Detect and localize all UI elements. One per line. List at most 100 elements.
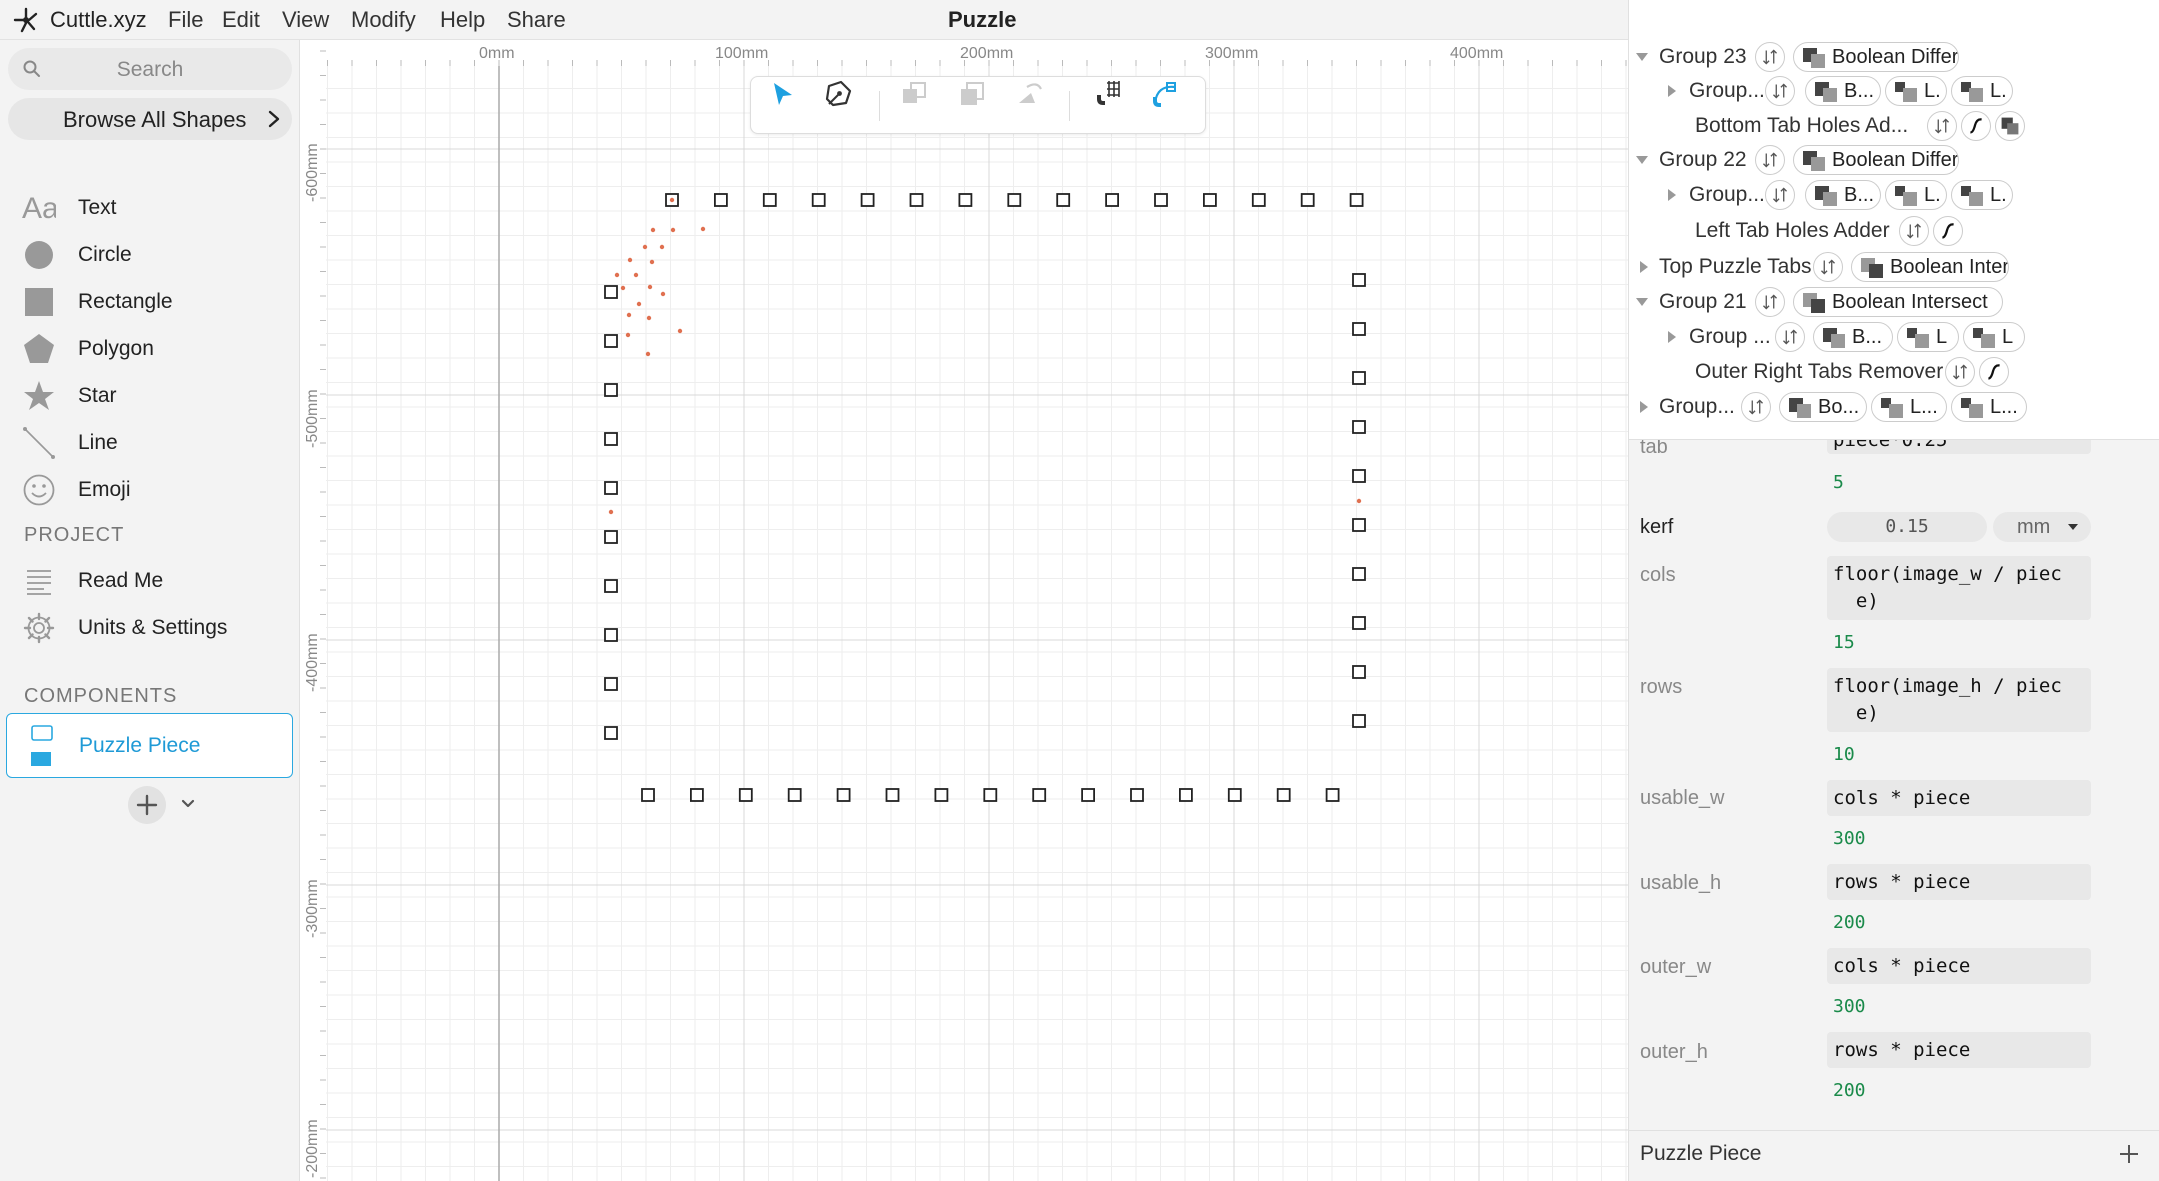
- drawing-canvas[interactable]: 0mm 100mm 200mm 300mm 400mm -600mm -500m…: [300, 40, 1628, 1181]
- param-expression-outer-w[interactable]: cols * piece: [1827, 948, 2091, 984]
- modifier-toggle-icon[interactable]: [1775, 322, 1805, 352]
- pen-tool-icon[interactable]: [821, 77, 855, 111]
- modifier-pill[interactable]: Boolean Inter...: [1851, 252, 2009, 282]
- modifier-pill[interactable]: Boolean Intersect: [1793, 287, 2003, 317]
- modifier-pill[interactable]: L: [1963, 322, 2025, 352]
- add-component-button[interactable]: [128, 786, 166, 824]
- shape-item-rectangle[interactable]: Rectangle: [8, 280, 292, 322]
- menu-help[interactable]: Help: [440, 7, 485, 33]
- code-script-icon[interactable]: [1961, 111, 1991, 141]
- rotate-icon[interactable]: [1013, 77, 1047, 111]
- menu-edit[interactable]: Edit: [222, 7, 260, 33]
- tree-node-label[interactable]: Left Tab Holes Adder: [1695, 219, 1890, 243]
- footer-title[interactable]: Puzzle Piece: [1640, 1142, 1761, 1166]
- modifier-pill[interactable]: L.: [1951, 76, 2013, 106]
- shape-item-line[interactable]: Line: [8, 421, 292, 463]
- transform-icon[interactable]: [897, 77, 931, 111]
- modifier-pill[interactable]: L.: [1885, 180, 1947, 210]
- shape-item-emoji[interactable]: Emoji: [8, 468, 292, 510]
- select-arrow-icon[interactable]: [765, 77, 799, 111]
- document-title[interactable]: Puzzle: [948, 7, 1016, 33]
- param-expression-tab[interactable]: piece*0.25: [1827, 440, 2091, 454]
- code-script-icon[interactable]: [1933, 216, 1963, 246]
- shape-item-polygon[interactable]: Polygon: [8, 327, 292, 369]
- modifier-toggle-icon[interactable]: [1899, 216, 1929, 246]
- scale-icon[interactable]: [955, 77, 989, 111]
- modifier-pill[interactable]: B...: [1805, 76, 1881, 106]
- menu-view[interactable]: View: [282, 7, 329, 33]
- tree-node-label[interactable]: Top Puzzle Tabs: [1659, 255, 1812, 279]
- modifier-toggle-icon[interactable]: [1755, 145, 1785, 175]
- tree-node-label[interactable]: Bottom Tab Holes Ad...: [1695, 114, 1908, 138]
- tree-node-label[interactable]: Group...: [1659, 395, 1735, 419]
- modifier-toggle-icon[interactable]: [1755, 287, 1785, 317]
- param-expression-outer-h[interactable]: rows * piece: [1827, 1032, 2091, 1068]
- modifier-toggle-icon[interactable]: [1945, 357, 1975, 387]
- tree-node-label[interactable]: Outer Right Tabs Remover: [1695, 360, 1943, 384]
- modifier-pill[interactable]: L...: [1871, 392, 1947, 422]
- modifier-pill[interactable]: L: [1897, 322, 1959, 352]
- snap-grid-icon[interactable]: [1091, 77, 1125, 111]
- code-script-icon[interactable]: [1979, 357, 2009, 387]
- search-input[interactable]: Search: [8, 48, 292, 90]
- modifier-toggle-icon[interactable]: [1765, 180, 1795, 210]
- expand-triangle-icon[interactable]: [1635, 295, 1649, 309]
- tree-row-group[interactable]: Group... Bo... L... L...: [1629, 390, 2159, 424]
- snap-geometry-icon[interactable]: [1147, 77, 1181, 111]
- modifier-toggle-icon[interactable]: [1813, 252, 1843, 282]
- project-item-read-me[interactable]: Read Me: [8, 559, 292, 601]
- tree-row-group-23[interactable]: Group 23 Boolean Difference: [1629, 40, 2159, 74]
- tree-row-group[interactable]: Group... B... L. L.: [1629, 178, 2159, 212]
- modifier-pill[interactable]: L.: [1885, 76, 1947, 106]
- collapse-triangle-icon[interactable]: [1637, 400, 1651, 414]
- modifier-pill[interactable]: Bo...: [1779, 392, 1867, 422]
- modifier-toggle-icon[interactable]: [1765, 76, 1795, 106]
- tree-node-label[interactable]: Group...: [1689, 183, 1765, 207]
- project-item-units-settings[interactable]: Units & Settings: [8, 606, 292, 648]
- tree-node-label[interactable]: Group 22: [1659, 148, 1747, 172]
- add-parameter-icon[interactable]: [2117, 1142, 2141, 1166]
- param-expression-rows[interactable]: floor(image_h / piec e): [1827, 668, 2091, 732]
- param-expression-usable-w[interactable]: cols * piece: [1827, 780, 2091, 816]
- param-expression-usable-h[interactable]: rows * piece: [1827, 864, 2091, 900]
- menu-share[interactable]: Share: [507, 7, 566, 33]
- boolean-icon[interactable]: [1995, 111, 2025, 141]
- tree-node-label[interactable]: Group...: [1689, 79, 1765, 103]
- tree-node-label[interactable]: Group 23: [1659, 45, 1747, 69]
- tree-node-label[interactable]: Group ...: [1689, 325, 1771, 349]
- tree-node-label[interactable]: Group 21: [1659, 290, 1747, 314]
- modifier-toggle-icon[interactable]: [1741, 392, 1771, 422]
- tree-row-left-tab-holes[interactable]: Left Tab Holes Adder: [1629, 214, 2159, 248]
- tree-row-group-22[interactable]: Group 22 Boolean Difference: [1629, 143, 2159, 177]
- tree-row-top-puzzle-tabs[interactable]: Top Puzzle Tabs Boolean Inter...: [1629, 250, 2159, 284]
- modifier-toggle-icon[interactable]: [1927, 111, 1957, 141]
- tree-row-group-21[interactable]: Group 21 Boolean Intersect: [1629, 285, 2159, 319]
- modifier-pill[interactable]: Boolean Difference: [1793, 42, 1959, 72]
- tree-row-group[interactable]: Group ... B... L L: [1629, 320, 2159, 354]
- modifier-pill[interactable]: L...: [1951, 392, 2027, 422]
- shape-item-text[interactable]: Aa Text: [8, 186, 292, 228]
- kerf-unit-select[interactable]: mm: [1993, 512, 2091, 542]
- modifier-pill[interactable]: B...: [1813, 322, 1893, 352]
- param-expression-cols[interactable]: floor(image_w / piec e): [1827, 556, 2091, 620]
- expand-triangle-icon[interactable]: [1635, 50, 1649, 64]
- collapse-triangle-icon[interactable]: [1665, 188, 1679, 202]
- expand-triangle-icon[interactable]: [1635, 153, 1649, 167]
- modifier-pill[interactable]: B...: [1805, 180, 1881, 210]
- collapse-triangle-icon[interactable]: [1665, 84, 1679, 98]
- menu-file[interactable]: File: [168, 7, 203, 33]
- brand-name[interactable]: Cuttle.xyz: [50, 7, 147, 33]
- canvas-svg[interactable]: 0mm 100mm 200mm 300mm 400mm -600mm -500m…: [300, 40, 1628, 1181]
- browse-all-shapes-button[interactable]: Browse All Shapes: [8, 98, 292, 140]
- component-puzzle-piece[interactable]: Puzzle Piece: [6, 713, 293, 778]
- tree-row-bottom-tab-holes[interactable]: Bottom Tab Holes Ad...: [1629, 109, 2159, 143]
- kerf-input[interactable]: 0.15: [1827, 512, 1987, 542]
- chevron-down-icon[interactable]: [180, 796, 196, 812]
- modifier-pill[interactable]: L.: [1951, 180, 2013, 210]
- tree-row-group[interactable]: Group... B... L. L.: [1629, 74, 2159, 108]
- tree-row-outer-right-tabs[interactable]: Outer Right Tabs Remover: [1629, 355, 2159, 389]
- collapse-triangle-icon[interactable]: [1637, 260, 1651, 274]
- shape-item-circle[interactable]: Circle: [8, 233, 292, 275]
- shape-item-star[interactable]: Star: [8, 374, 292, 416]
- modifier-toggle-icon[interactable]: [1755, 42, 1785, 72]
